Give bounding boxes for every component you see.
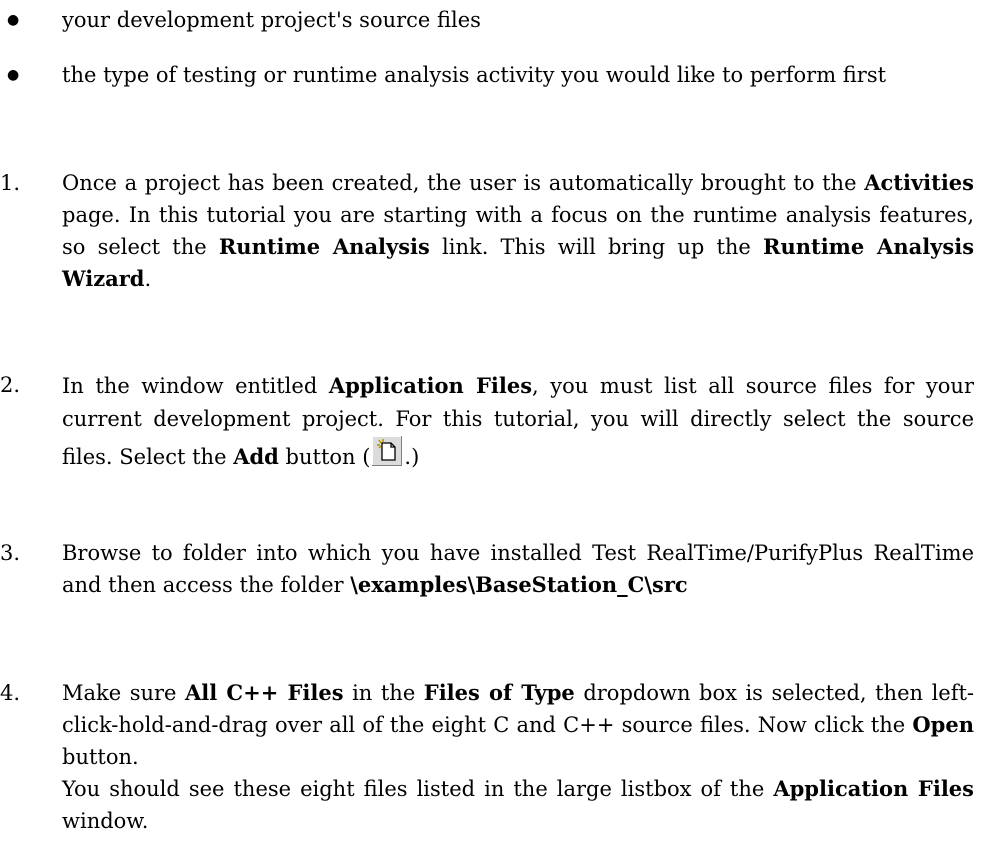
bullet-marker: ● (7, 67, 20, 83)
bold-term: Application Files (328, 373, 533, 398)
bold-term: Add (233, 444, 279, 469)
step-number: 4. (0, 681, 21, 705)
step-text: .) (404, 445, 420, 469)
step-number: 1. (0, 171, 21, 195)
step-text: You should see these eight files listed … (62, 777, 774, 801)
folder-path: \examples\BaseStation_C\src (350, 572, 688, 597)
step-1: 1. Once a project has been created, the … (0, 167, 974, 295)
bullet-item: ● your development project's source file… (7, 4, 974, 36)
step-text: In the window entitled (62, 374, 329, 398)
add-file-icon (372, 436, 403, 466)
step-text: link. This will bring up the (429, 235, 763, 259)
step-text: Once a project has been created, the use… (62, 171, 865, 195)
step-text: in the (343, 681, 424, 705)
bullet-text: your development project's source files (62, 8, 481, 32)
bullet-text: the type of testing or runtime analysis … (62, 63, 887, 87)
step-number: 3. (0, 541, 21, 565)
step-text: Make sure (62, 681, 186, 705)
step-3: 3. Browse to folder into which you have … (0, 537, 974, 601)
bold-term: Activities (864, 170, 974, 195)
bullet-item: ● the type of testing or runtime analysi… (7, 59, 974, 91)
step-text: button. (62, 745, 139, 769)
bullet-marker: ● (7, 12, 20, 28)
step-4: 4. Make sure All C++ Files in the Files … (0, 677, 974, 837)
bold-term: Runtime Analysis (218, 234, 430, 259)
bold-term: Files of Type (423, 680, 575, 705)
bold-term: Application Files (773, 776, 974, 801)
bold-term: All C++ Files (185, 680, 344, 705)
step-2: 2. In the window entitled Application Fi… (0, 369, 974, 474)
bold-term: Open (912, 712, 974, 737)
step-text: . (144, 267, 152, 291)
step-number: 2. (0, 373, 21, 397)
step-text: window. (62, 809, 149, 833)
step-text: button ( (278, 445, 371, 469)
document-page: ● your development project's source file… (0, 0, 1007, 863)
